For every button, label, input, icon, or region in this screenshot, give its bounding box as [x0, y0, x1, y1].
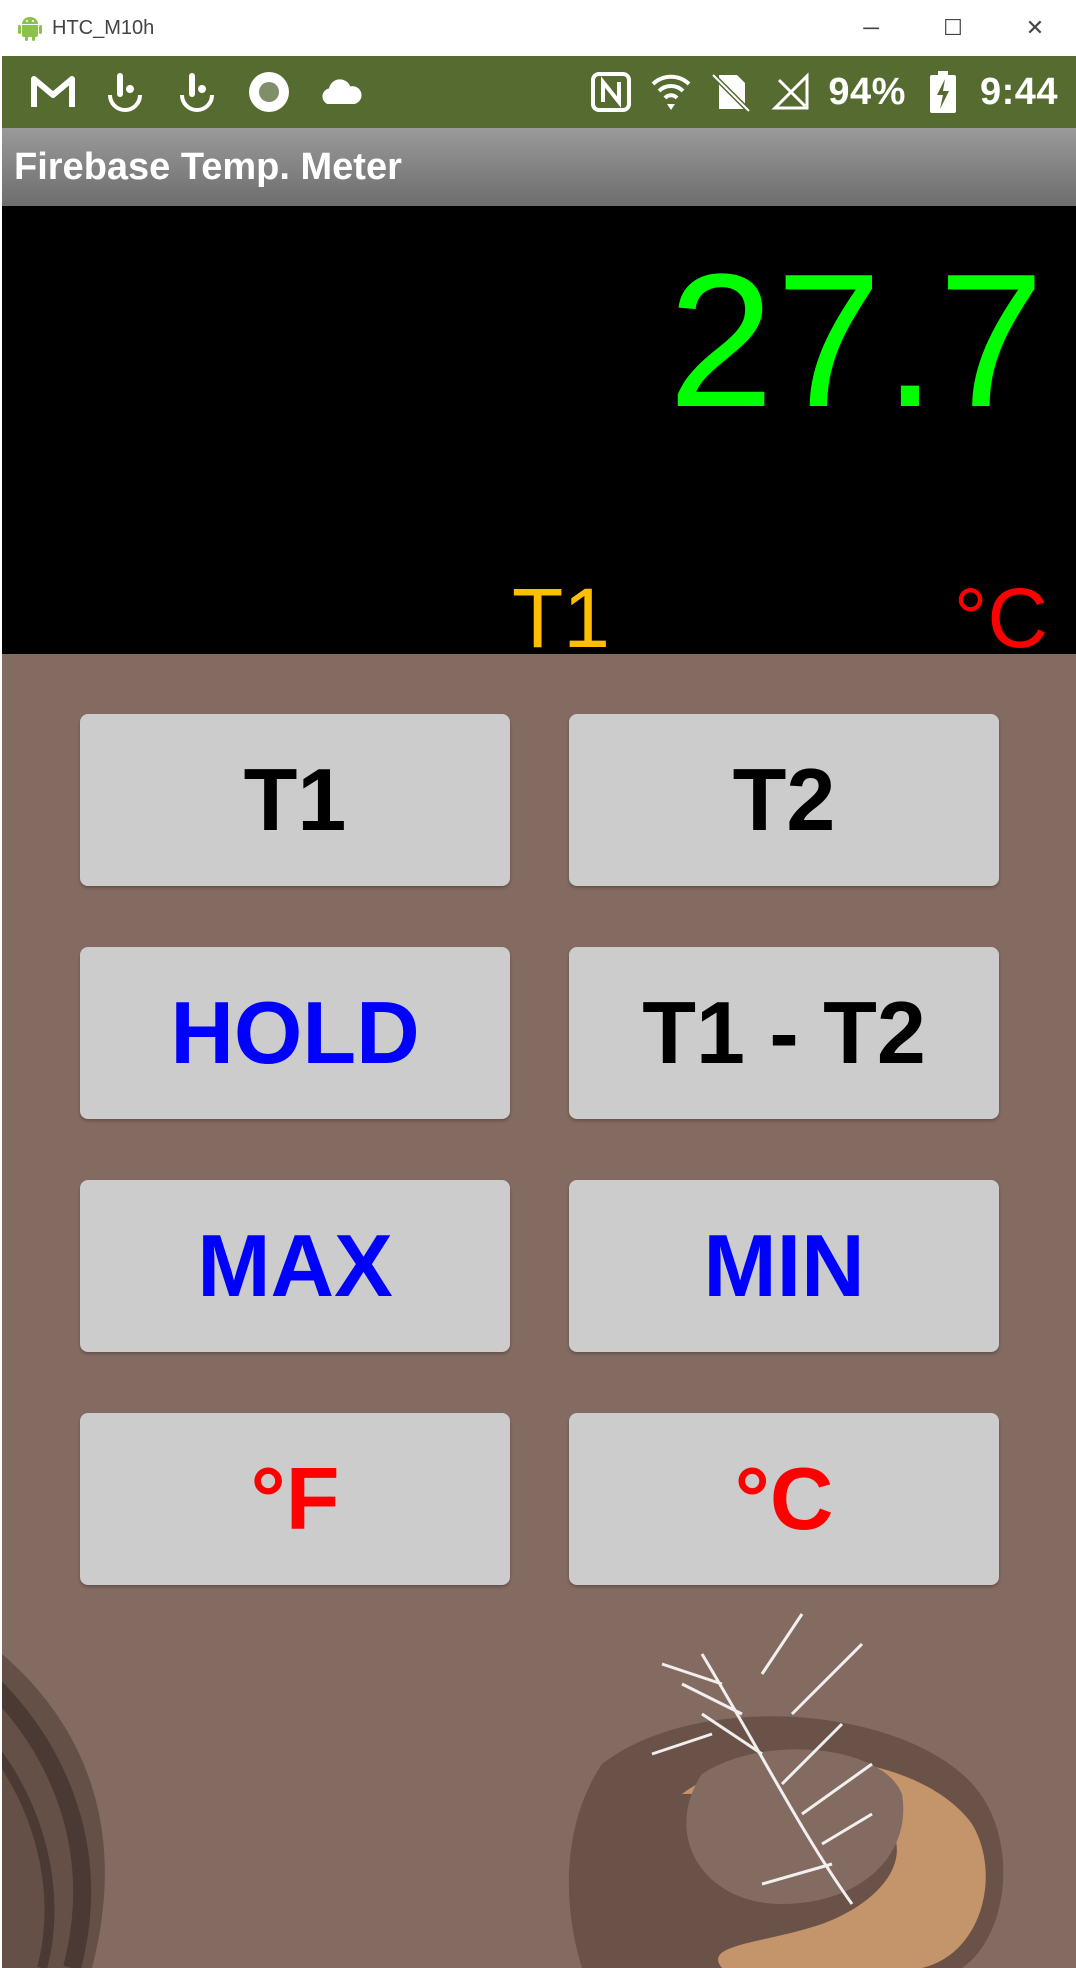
- hold-button[interactable]: HOLD: [80, 947, 510, 1119]
- nfc-icon: [588, 69, 634, 115]
- max-button[interactable]: MAX: [80, 1180, 510, 1352]
- sensor-label: T1: [512, 571, 611, 665]
- wifi-icon: [648, 69, 694, 115]
- battery-percentage: 94%: [828, 70, 906, 113]
- t1-button[interactable]: T1: [80, 714, 510, 886]
- touch-icon: [102, 69, 148, 115]
- record-icon: [246, 69, 292, 115]
- unit-label: °C: [953, 571, 1048, 665]
- battery-charging-icon: [920, 69, 966, 115]
- system-indicators: 94% 9:44: [588, 56, 1058, 128]
- t1-minus-t2-button[interactable]: T1 - T2: [569, 947, 999, 1119]
- button-panel: T1 T2 HOLD T1 - T2 MAX MIN °F °C: [2, 654, 1076, 1968]
- touch-icon: [174, 69, 220, 115]
- signal-icon: [768, 69, 814, 115]
- window-title: HTC_M10h: [52, 16, 155, 39]
- fahrenheit-button[interactable]: °F: [80, 1413, 510, 1585]
- gmail-icon: [30, 69, 76, 115]
- window-controls: ─ ☐ ✕: [830, 0, 1076, 56]
- min-button[interactable]: MIN: [569, 1180, 999, 1352]
- t2-button[interactable]: T2: [569, 714, 999, 886]
- close-button[interactable]: ✕: [994, 0, 1076, 56]
- status-bar: 94% 9:44: [2, 56, 1076, 128]
- android-icon: [18, 15, 44, 41]
- phone-screen: 94% 9:44 Firebase Temp. Meter 27.7 T1 °C: [2, 56, 1076, 1968]
- celsius-button[interactable]: °C: [569, 1413, 999, 1585]
- clock: 9:44: [979, 70, 1058, 113]
- temperature-reading: 27.7: [668, 235, 1046, 447]
- no-sim-icon: [708, 69, 754, 115]
- minimize-button[interactable]: ─: [830, 0, 912, 56]
- app-action-bar: Firebase Temp. Meter: [2, 128, 1076, 206]
- maximize-button[interactable]: ☐: [912, 0, 994, 56]
- notification-icons: [30, 69, 364, 115]
- phone-frame: 94% 9:44 Firebase Temp. Meter 27.7 T1 °C: [2, 56, 1076, 1968]
- temperature-display: 27.7 T1 °C: [2, 206, 1076, 660]
- app-title: Firebase Temp. Meter: [14, 145, 402, 188]
- window-titlebar: HTC_M10h ─ ☐ ✕: [0, 0, 1076, 56]
- cloud-icon: [318, 69, 364, 115]
